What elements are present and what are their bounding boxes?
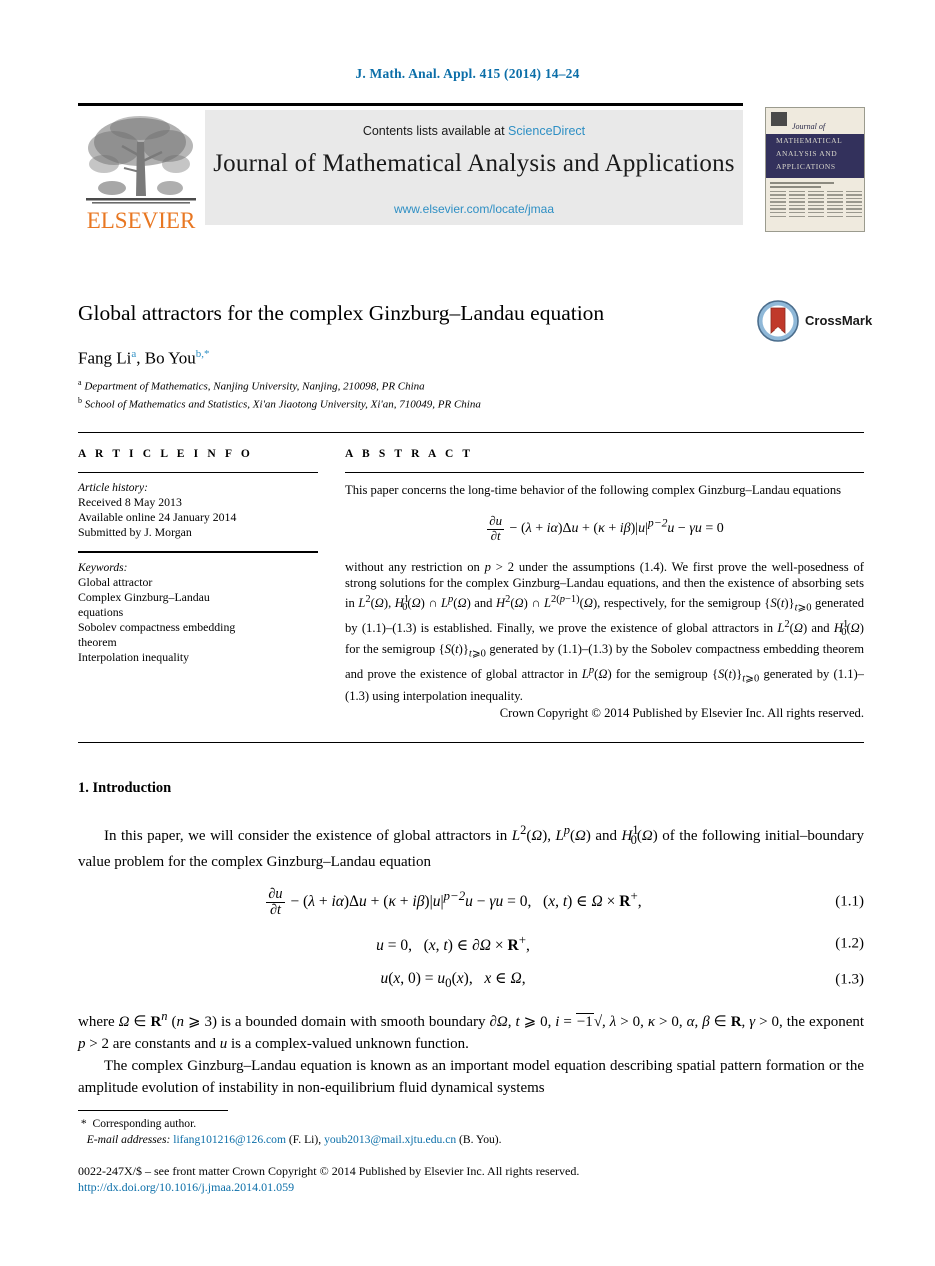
- cover-contents-lines: [770, 182, 862, 230]
- abs-frag-e: for the semigroup: [345, 642, 439, 657]
- info-top-rule: [78, 432, 864, 434]
- corresponding-author-text: Corresponding author.: [92, 1117, 197, 1130]
- cover-top: Journal of: [766, 108, 864, 131]
- affiliation-b-text: School of Mathematics and Statistics, Xi…: [84, 398, 481, 411]
- abstract-equation: ∂u ∂t − (λ + iα)Δu + (κ + iβ)|u|p−2u − γu…: [487, 514, 724, 543]
- affil-b-marker: b: [78, 396, 82, 406]
- contents-line: Contents lists available at ScienceDirec…: [205, 124, 743, 138]
- cover-elsevier-mark-icon: [771, 112, 787, 126]
- affiliation-a: a Department of Mathematics, Nanjing Uni…: [78, 376, 481, 394]
- article-info-heading: A R T I C L E I N F O: [78, 448, 253, 460]
- submitted-by: Submitted by J. Morgan: [78, 525, 192, 539]
- author-1: Fang Li: [78, 348, 132, 368]
- equation-1-2: u = 0, (x, t) ∈ ∂Ω × R+, (1.2): [376, 931, 864, 955]
- cover-journal-of-label: Journal of: [792, 122, 826, 131]
- author-2: , Bo You: [136, 348, 196, 368]
- intro-frag-a: In this paper, we will consider the exis…: [104, 828, 512, 844]
- section-title-introduction: 1. Introduction: [78, 780, 172, 796]
- info-divider-1: [78, 472, 318, 473]
- abs-frag-a: without any restriction on: [345, 560, 485, 575]
- journal-title: Journal of Mathematical Analysis and App…: [213, 150, 735, 177]
- crossmark-badge[interactable]: CrossMark: [757, 300, 873, 344]
- page-title: Global attractors for the complex Ginzbu…: [78, 301, 605, 325]
- footnotes: * Corresponding author. E-mail addresses…: [78, 1116, 864, 1147]
- journal-cover-thumbnail: Journal of MATHEMATICAL ANALYSIS AND APP…: [765, 107, 865, 232]
- email-1-author: (F. Li),: [288, 1132, 322, 1146]
- email-link-1[interactable]: lifang101216@126.com: [173, 1133, 286, 1146]
- crossmark-label: CrossMark: [805, 313, 873, 328]
- paper-page: J. Math. Anal. Appl. 415 (2014) 14–24 EL…: [0, 0, 935, 1266]
- abstract-column: A B S T R A C T This paper concerns the …: [345, 448, 864, 721]
- keyword-item: Complex Ginzburg–Landau: [78, 589, 210, 604]
- cover-title-line2: ANALYSIS AND: [776, 149, 838, 158]
- introduction-section: 1. Introduction In this paper, we will c…: [78, 780, 864, 1099]
- elsevier-wordmark: ELSEVIER: [86, 208, 196, 233]
- author-list: Fang Lia, Bo Youb,*: [78, 348, 210, 369]
- journal-url-link[interactable]: www.elsevier.com/locate/jmaa: [205, 202, 743, 216]
- keyword-item: Interpolation inequality: [78, 649, 190, 664]
- doi-link[interactable]: http://dx.doi.org/10.1016/j.jmaa.2014.01…: [78, 1179, 864, 1195]
- article-info-column: A R T I C L E I N F O Article history: R…: [78, 448, 318, 665]
- front-matter-line: 0022-247X/$ – see front matter Crown Cop…: [78, 1164, 580, 1178]
- affiliations: a Department of Mathematics, Nanjing Uni…: [78, 376, 481, 412]
- author-2-affil-marker: b,*: [195, 348, 210, 360]
- intro2-frag-d: are constants and: [108, 1036, 220, 1053]
- masthead: ELSEVIER Contents lists available at Sci…: [78, 103, 865, 233]
- intro2-frag-e: is a complex-valued unknown function.: [227, 1036, 469, 1053]
- article-history-label: Article history:: [78, 482, 148, 494]
- abs-frag-g: for the semigroup: [611, 667, 712, 682]
- equation-number: (1.1): [835, 893, 864, 910]
- keyword-item: theorem: [78, 634, 117, 649]
- intro2-frag-c: , the exponent: [779, 1014, 865, 1031]
- front-matter-block: 0022-247X/$ – see front matter Crown Cop…: [78, 1163, 864, 1195]
- contents-label: Contents lists available at: [362, 124, 509, 138]
- received-date: Received 8 May 2013: [78, 495, 182, 509]
- elsevier-tree-icon: [86, 116, 196, 204]
- affil-a-marker: a: [78, 378, 82, 387]
- intro2-frag-b: is a bounded domain with smooth boundary: [216, 1014, 490, 1031]
- affiliation-a-text: Department of Mathematics, Nanjing Unive…: [84, 380, 425, 393]
- abstract-heading: A B S T R A C T: [345, 448, 474, 460]
- equation-number: (1.2): [835, 935, 864, 952]
- crossmark-icon: [757, 300, 799, 342]
- abstract-paragraph-2: without any restriction on p > 2 under t…: [345, 560, 864, 704]
- cover-title-line3: APPLICATIONS: [776, 162, 836, 171]
- email-label: E-mail addresses:: [86, 1132, 171, 1146]
- email-note: E-mail addresses: lifang101216@126.com (…: [78, 1132, 864, 1148]
- keyword-item: equations: [78, 604, 124, 619]
- equation-1-1: ∂u ∂t − (λ + iα)Δu + (κ + iβ)|u|p−2u − γu…: [266, 886, 864, 918]
- running-head: J. Math. Anal. Appl. 415 (2014) 14–24: [355, 66, 580, 81]
- abstract-copyright: Crown Copyright © 2014 Published by Else…: [499, 706, 864, 721]
- corresponding-author-note: * Corresponding author.: [78, 1117, 197, 1130]
- keywords-label: Keywords:: [78, 561, 128, 574]
- affiliation-b: b School of Mathematics and Statistics, …: [78, 394, 481, 412]
- keyword-item: Global attractor: [78, 574, 153, 589]
- footnote-rule: [78, 1110, 228, 1112]
- cover-title-line1: MATHEMATICAL: [776, 136, 843, 145]
- equation-number: (1.3): [835, 971, 864, 988]
- email-link-2[interactable]: youb2013@mail.xjtu.edu.cn: [324, 1133, 456, 1146]
- equation-1-3: u(x, 0) = u0(x), x ∈ Ω, (1.3): [380, 970, 864, 991]
- intro2-frag-a: where: [78, 1014, 119, 1031]
- abstract-divider: [345, 472, 864, 473]
- elsevier-logo: ELSEVIER: [78, 110, 202, 232]
- info-divider-2: [78, 551, 318, 553]
- intro-paragraph-2: where Ω ∈ Rn (n ⩾ 3) is a bounded domain…: [78, 1009, 865, 1053]
- available-online-date: Available online 24 January 2014: [78, 510, 237, 524]
- abstract-paragraph-1: This paper concerns the long-time behavi…: [345, 483, 842, 497]
- abstract-bottom-rule: [78, 742, 864, 744]
- cover-title-band: MATHEMATICAL ANALYSIS AND APPLICATIONS: [766, 134, 864, 178]
- keyword-item: Sobolev compactness embedding: [78, 619, 236, 634]
- abs-frag-c: , respectively, for the semigroup: [597, 595, 765, 610]
- intro-paragraph-3: The complex Ginzburg–Landau equation is …: [78, 1058, 864, 1097]
- sciencedirect-link[interactable]: ScienceDirect: [508, 124, 585, 138]
- sciencedirect-band: Contents lists available at ScienceDirec…: [205, 110, 743, 225]
- email-2-author: (B. You).: [459, 1132, 502, 1146]
- intro-paragraph-1: In this paper, we will consider the exis…: [78, 823, 865, 870]
